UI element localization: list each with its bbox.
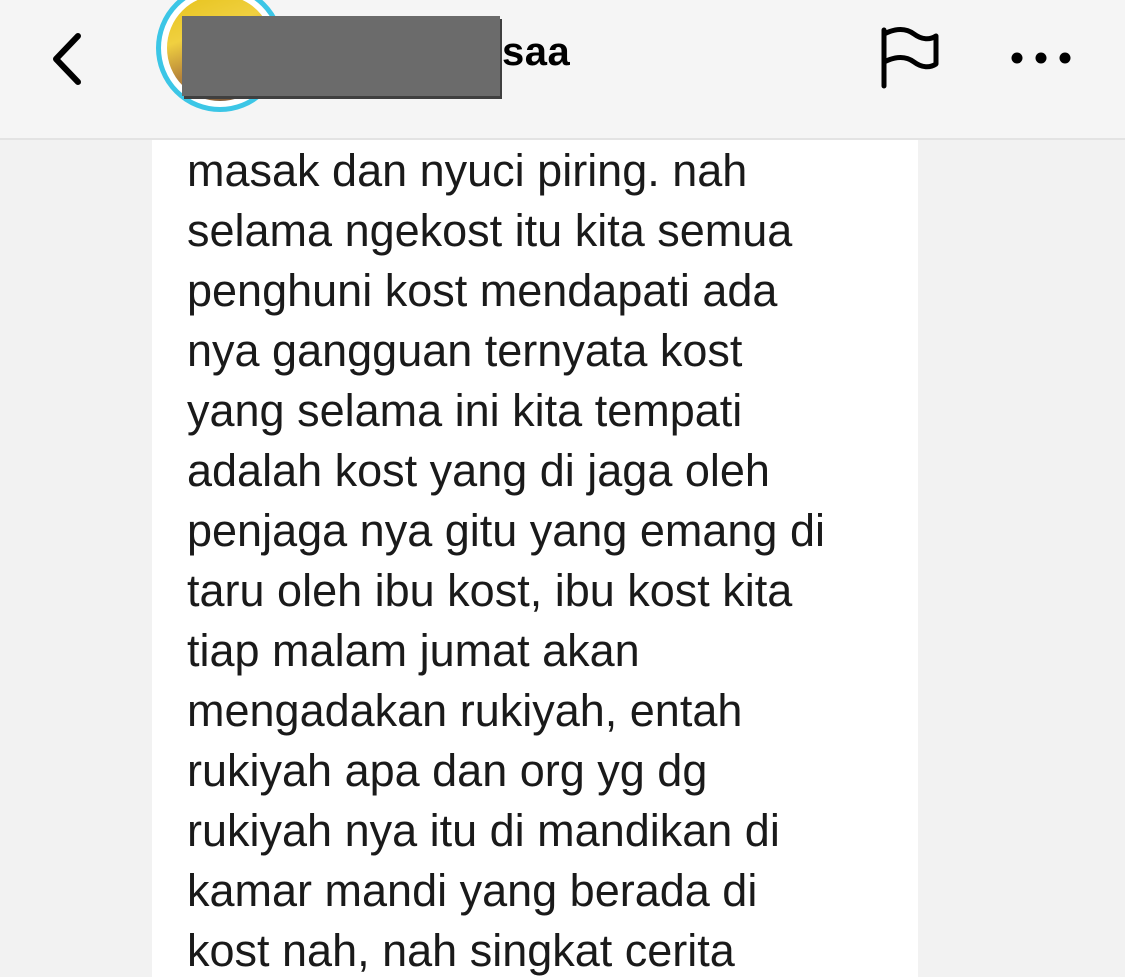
username-redaction — [182, 16, 500, 96]
message-line: yang selama ini kita tempati — [187, 385, 743, 436]
message-line: taru oleh ibu kost, ibu kost kita — [187, 565, 793, 616]
message-line: rukiyah apa dan org yg dg — [187, 745, 708, 796]
message-line: penjaga nya gitu yang emang di — [187, 505, 825, 556]
chevron-left-icon — [53, 33, 81, 85]
message-line: masak dan nyuci piring. nah — [187, 145, 748, 196]
message-line: mengadakan rukiyah, entah — [187, 685, 743, 736]
message-line: penghuni kost mendapati ada — [187, 265, 778, 316]
message-line: selama ngekost itu kita semua — [187, 205, 793, 256]
username[interactable]: saa — [502, 30, 570, 75]
more-options-button[interactable] — [1005, 38, 1077, 78]
flag-icon — [881, 27, 939, 89]
more-horizontal-icon — [1011, 52, 1071, 64]
chat-header: saa — [0, 0, 1125, 140]
message-line: tiap malam jumat akan — [187, 625, 640, 676]
report-flag-button[interactable] — [876, 24, 942, 90]
message-line: adalah kost yang di jaga oleh — [187, 445, 770, 496]
message-bubble: masak dan nyuci piring. nah selama ngeko… — [152, 140, 918, 977]
back-button[interactable] — [40, 22, 100, 92]
message-line: rukiyah nya itu di mandikan di — [187, 805, 780, 856]
message-line: kost nah, nah singkat cerita — [187, 925, 735, 976]
message-line: nya gangguan ternyata kost — [187, 325, 743, 376]
message-line: kamar mandi yang berada di — [187, 865, 758, 916]
